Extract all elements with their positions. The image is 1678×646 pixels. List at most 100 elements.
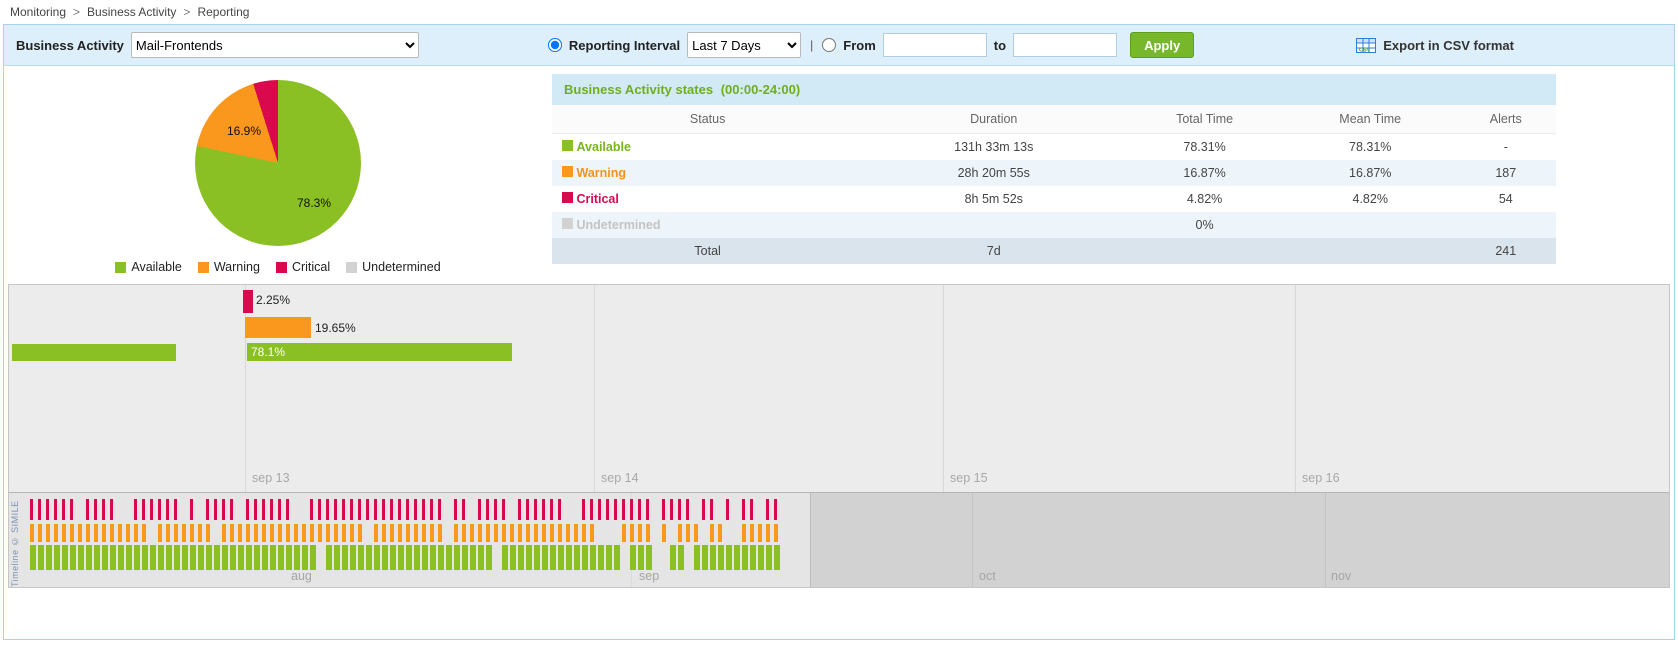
available-event-tick bbox=[718, 545, 724, 570]
available-event-tick bbox=[30, 545, 36, 570]
critical-event-tick bbox=[710, 499, 713, 520]
critical-event-tick bbox=[30, 499, 33, 520]
available-event-tick bbox=[374, 545, 380, 570]
month-label-nov: nov bbox=[1331, 569, 1351, 583]
critical-event-tick bbox=[590, 499, 593, 520]
critical-event-tick bbox=[542, 499, 545, 520]
critical-event-tick bbox=[430, 499, 433, 520]
warning-event-tick bbox=[342, 524, 346, 542]
col-duration: Duration bbox=[863, 105, 1124, 134]
table-row-available: Available 131h 33m 13s 78.31% 78.31% - bbox=[552, 134, 1556, 161]
reporting-interval-radio[interactable] bbox=[548, 38, 562, 52]
available-event-tick bbox=[502, 545, 508, 570]
critical-event-tick bbox=[670, 499, 673, 520]
reporting-interval-label: Reporting Interval bbox=[569, 38, 680, 53]
status-available[interactable]: Available bbox=[576, 140, 630, 154]
timeline-bar-available bbox=[247, 343, 512, 361]
available-event-tick bbox=[70, 545, 76, 570]
timeline-overview-band[interactable]: aug sep oct nov Timeline © SIMILE bbox=[9, 493, 1669, 587]
warning-event-tick bbox=[558, 524, 562, 542]
critical-event-tick bbox=[222, 499, 225, 520]
critical-event-tick bbox=[166, 499, 169, 520]
available-event-tick bbox=[414, 545, 420, 570]
table-header-row: Status Duration Total Time Mean Time Ale… bbox=[552, 105, 1556, 134]
custom-range-radio[interactable] bbox=[822, 38, 836, 52]
states-table-title: Business Activity states (00:00-24:00) bbox=[552, 74, 1556, 105]
available-event-tick bbox=[310, 545, 316, 570]
warning-event-tick bbox=[750, 524, 754, 542]
available-event-tick bbox=[254, 545, 260, 570]
available-event-tick bbox=[206, 545, 212, 570]
col-total-time: Total Time bbox=[1124, 105, 1285, 134]
legend-label: Warning bbox=[214, 260, 260, 274]
available-event-tick bbox=[302, 545, 308, 570]
warning-event-tick bbox=[254, 524, 258, 542]
available-event-tick bbox=[358, 545, 364, 570]
breadcrumb: Monitoring>Business Activity>Reporting bbox=[0, 0, 1678, 23]
available-event-tick bbox=[390, 545, 396, 570]
month-label-sep: sep bbox=[639, 569, 659, 583]
available-event-tick bbox=[702, 545, 708, 570]
available-event-tick bbox=[366, 545, 372, 570]
total-alerts: 241 bbox=[1456, 238, 1556, 264]
reporting-interval-select[interactable]: Last 7 Days bbox=[687, 32, 801, 58]
available-event-tick bbox=[334, 545, 340, 570]
timeline-main-band[interactable]: 2.25% 19.65% 78.1% sep 13 sep 14 sep 15 … bbox=[9, 285, 1669, 493]
breadcrumb-monitoring[interactable]: Monitoring bbox=[10, 5, 66, 19]
pie-panel: 16.9% 78.3% Available Warning Critical U… bbox=[4, 74, 552, 274]
legend-item-undetermined: Undetermined bbox=[346, 260, 441, 274]
warning-event-tick bbox=[278, 524, 282, 542]
breadcrumb-business-activity[interactable]: Business Activity bbox=[87, 5, 176, 19]
pie-warning-value: 16.9% bbox=[227, 124, 261, 138]
warning-event-tick bbox=[70, 524, 74, 542]
from-date-input[interactable] bbox=[883, 33, 987, 57]
warning-event-tick bbox=[430, 524, 434, 542]
legend-item-available: Available bbox=[115, 260, 182, 274]
breadcrumb-reporting[interactable]: Reporting bbox=[197, 5, 249, 19]
critical-total-time: 4.82% bbox=[1124, 186, 1285, 212]
warning-mean-time: 16.87% bbox=[1285, 160, 1456, 186]
critical-event-tick bbox=[230, 499, 233, 520]
warning-event-tick bbox=[318, 524, 322, 542]
timeline-bar-critical bbox=[243, 290, 253, 313]
warning-event-tick bbox=[142, 524, 146, 542]
available-event-tick bbox=[542, 545, 548, 570]
critical-event-tick bbox=[750, 499, 753, 520]
warning-event-tick bbox=[414, 524, 418, 542]
breadcrumb-separator: > bbox=[183, 5, 190, 19]
critical-event-tick bbox=[254, 499, 257, 520]
critical-event-tick bbox=[54, 499, 57, 520]
warning-event-tick bbox=[118, 524, 122, 542]
status-warning[interactable]: Warning bbox=[576, 166, 626, 180]
undetermined-total-time: 0% bbox=[1124, 212, 1285, 238]
warning-event-tick bbox=[94, 524, 98, 542]
available-event-tick bbox=[766, 545, 772, 570]
warning-event-tick bbox=[494, 524, 498, 542]
critical-event-tick bbox=[94, 499, 97, 520]
page-frame: Business Activity Mail-Frontends Reporti… bbox=[3, 24, 1675, 640]
available-event-tick bbox=[670, 545, 676, 570]
total-total-time bbox=[1124, 238, 1285, 264]
available-event-tick bbox=[350, 545, 356, 570]
warning-event-tick bbox=[102, 524, 106, 542]
pie-legend: Available Warning Critical Undetermined bbox=[4, 260, 552, 274]
warning-swatch-icon bbox=[198, 262, 209, 273]
business-activity-select[interactable]: Mail-Frontends bbox=[131, 32, 419, 58]
critical-event-tick bbox=[622, 499, 625, 520]
available-event-tick bbox=[470, 545, 476, 570]
states-table-title-range: (00:00-24:00) bbox=[721, 82, 801, 97]
export-csv-link[interactable]: CSV Export in CSV format bbox=[1356, 38, 1514, 53]
warning-event-tick bbox=[758, 524, 762, 542]
available-event-tick bbox=[630, 545, 636, 570]
to-date-input[interactable] bbox=[1013, 33, 1117, 57]
critical-event-tick bbox=[502, 499, 505, 520]
apply-button[interactable]: Apply bbox=[1130, 32, 1194, 58]
warning-bar-value: 19.65% bbox=[315, 321, 356, 335]
status-critical[interactable]: Critical bbox=[576, 192, 618, 206]
available-event-tick bbox=[710, 545, 716, 570]
warning-event-tick bbox=[334, 524, 338, 542]
warning-event-tick bbox=[510, 524, 514, 542]
month-label-oct: oct bbox=[979, 569, 996, 583]
warning-event-tick bbox=[110, 524, 114, 542]
available-event-tick bbox=[238, 545, 244, 570]
